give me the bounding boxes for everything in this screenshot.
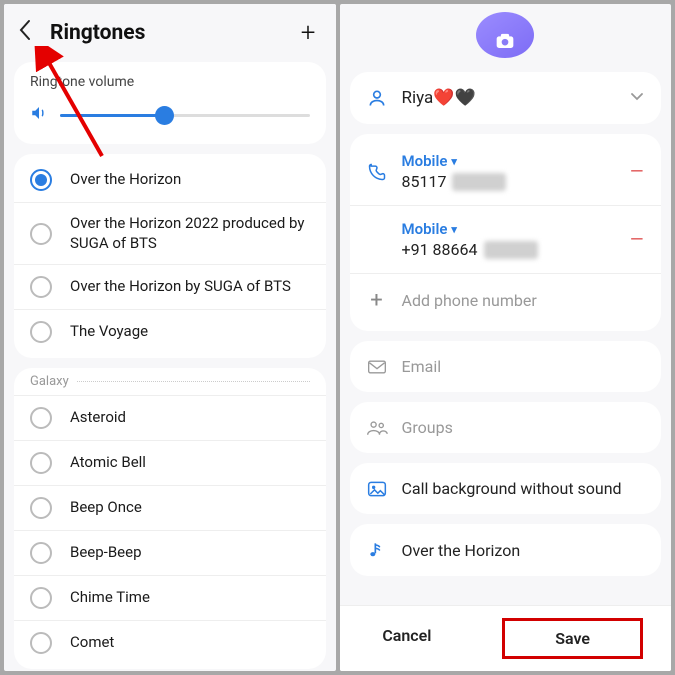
ringtone-row[interactable]: Over the Horizon by SUGA of BTS	[14, 264, 326, 309]
ringtone-label: Beep-Beep	[70, 543, 142, 563]
call-background-row[interactable]: Call background without sound	[350, 467, 662, 510]
ringtones-header: Ringtones +	[4, 4, 336, 58]
ringtone-label: Comet	[70, 633, 114, 653]
radio-button[interactable]	[30, 276, 52, 298]
radio-button[interactable]	[30, 587, 52, 609]
ringtone-label: Beep Once	[70, 498, 142, 518]
volume-card: Ringtone volume	[14, 62, 326, 144]
cancel-button[interactable]: Cancel	[340, 618, 475, 659]
ringtone-label: Over the Horizon 2022 produced by SUGA o…	[70, 214, 310, 253]
ringtone-list-galaxy: Galaxy Asteroid Atomic Bell Beep Once Beep-…	[14, 368, 326, 669]
ringtone-row[interactable]: Comet	[14, 620, 326, 665]
contact-ringtone-row[interactable]: Over the Horizon	[350, 528, 662, 572]
ringtone-label: Over the Horizon	[70, 170, 181, 190]
bottom-action-bar: Cancel Save	[340, 605, 672, 671]
ringtone-row[interactable]: Atomic Bell	[14, 440, 326, 485]
radio-button[interactable]	[30, 632, 52, 654]
ringtone-label: Over the Horizon by SUGA of BTS	[70, 277, 291, 297]
ringtone-row[interactable]: Over the Horizon 2022 produced by SUGA o…	[14, 202, 326, 264]
avatar-button[interactable]	[476, 12, 534, 58]
radio-button[interactable]	[30, 497, 52, 519]
redacted	[484, 241, 538, 259]
ringtone-row[interactable]: Asteroid	[14, 395, 326, 440]
radio-button[interactable]	[30, 321, 52, 343]
phone-type[interactable]: Mobile ▾	[402, 220, 616, 238]
ringtone-label: Asteroid	[70, 408, 126, 428]
avatar-section	[340, 4, 672, 72]
add-ringtone-button[interactable]: +	[295, 18, 322, 48]
ringtone-list-default: Over the Horizon Over the Horizon 2022 pr…	[14, 154, 326, 358]
section-header-galaxy: Galaxy	[14, 368, 326, 395]
volume-label: Ringtone volume	[30, 74, 310, 90]
ringtone-label: The Voyage	[70, 322, 148, 342]
ringtone-label: Chime Time	[70, 588, 150, 608]
radio-button[interactable]	[30, 542, 52, 564]
edit-contact-screen: Riya❤️🖤 Mobile ▾85117 −Mobile ▾+91 88664…	[340, 4, 672, 671]
ringtone-row[interactable]: Beep-Beep	[14, 530, 326, 575]
email-row[interactable]: Email	[350, 345, 662, 388]
back-button[interactable]	[18, 19, 44, 47]
redacted	[452, 173, 506, 191]
ringtone-row[interactable]: Over the Horizon	[14, 158, 326, 202]
phone-type[interactable]: Mobile ▾	[402, 152, 616, 170]
ringtone-row[interactable]: Beep Once	[14, 485, 326, 530]
ringtone-row[interactable]: The Voyage	[14, 309, 326, 354]
email-icon	[366, 359, 388, 375]
phone-icon	[366, 162, 388, 182]
music-icon	[366, 540, 388, 560]
groups-row[interactable]: Groups	[350, 406, 662, 449]
groups-icon	[366, 419, 388, 437]
speaker-icon	[30, 104, 48, 126]
plus-icon: +	[366, 288, 388, 313]
chevron-down-icon[interactable]	[629, 88, 645, 108]
add-phone-row[interactable]: +Add phone number	[350, 273, 662, 327]
person-icon	[366, 88, 388, 108]
image-icon	[366, 480, 388, 498]
phone-row[interactable]: Mobile ▾+91 88664 −	[350, 205, 662, 273]
page-title: Ringtones	[50, 21, 295, 45]
phone-number: 85117	[402, 172, 616, 191]
phone-row[interactable]: Mobile ▾85117 −	[350, 138, 662, 205]
phone-number: +91 88664	[402, 240, 616, 259]
contact-name: Riya❤️🖤	[402, 88, 616, 108]
radio-button[interactable]	[30, 169, 52, 191]
radio-button[interactable]	[30, 223, 52, 245]
radio-button[interactable]	[30, 407, 52, 429]
phones-card: Mobile ▾85117 −Mobile ▾+91 88664 −+Add p…	[350, 134, 662, 331]
radio-button[interactable]	[30, 452, 52, 474]
ringtone-label: Atomic Bell	[70, 453, 146, 473]
volume-slider[interactable]	[60, 105, 310, 125]
ringtones-screen: Ringtones + Ringtone volume Over the Hor…	[4, 4, 336, 671]
name-row[interactable]: Riya❤️🖤	[350, 76, 662, 120]
save-button[interactable]: Save	[502, 618, 643, 659]
ringtone-row[interactable]: Chime Time	[14, 575, 326, 620]
camera-icon	[495, 32, 515, 49]
